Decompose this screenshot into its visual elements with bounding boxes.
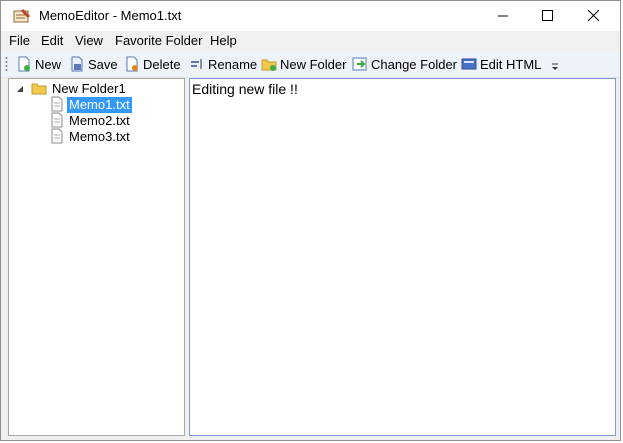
text-editor[interactable]: Editing new file !! xyxy=(189,78,616,436)
menu-help[interactable]: Help xyxy=(210,33,237,48)
close-icon xyxy=(587,9,599,24)
new-folder-button[interactable]: New Folder xyxy=(261,54,346,74)
expand-arrow-icon[interactable] xyxy=(15,82,25,97)
maximize-icon xyxy=(541,9,553,24)
new-file-icon xyxy=(18,56,30,72)
new-folder-label: New Folder xyxy=(280,56,347,72)
minimize-button[interactable] xyxy=(480,1,526,31)
change-folder-icon xyxy=(352,57,367,71)
change-folder-button[interactable]: Change Folder xyxy=(352,54,457,74)
delete-label: Delete xyxy=(143,56,181,72)
new-label: New xyxy=(35,56,62,72)
tree-file-item[interactable]: Memo3.txt xyxy=(50,128,132,147)
edit-html-icon xyxy=(461,58,477,70)
save-button[interactable]: Save xyxy=(69,54,118,74)
tree-file-label: Memo2.txt xyxy=(69,113,130,128)
rename-button[interactable]: Rename xyxy=(189,54,257,74)
menu-file[interactable]: File xyxy=(9,33,30,48)
toolbar-grip-icon[interactable] xyxy=(5,56,8,71)
tree-file-label: Memo1.txt xyxy=(67,97,132,113)
menu-edit[interactable]: Edit xyxy=(41,33,63,48)
folder-tree[interactable]: New Folder1 Memo1.txt Memo2.txt Memo3.tx… xyxy=(8,78,185,436)
rename-icon xyxy=(191,59,202,69)
toolbar-overflow-icon[interactable] xyxy=(551,59,559,74)
menu-bar: File Edit View Favorite Folder Help xyxy=(1,31,620,51)
folder-icon xyxy=(31,81,47,98)
delete-button[interactable]: Delete xyxy=(124,54,181,74)
minimize-icon xyxy=(498,9,508,24)
new-folder-icon xyxy=(261,59,277,71)
maximize-button[interactable] xyxy=(524,1,570,31)
change-folder-label: Change Folder xyxy=(371,56,457,72)
tree-file-label: Memo3.txt xyxy=(69,129,130,144)
close-button[interactable] xyxy=(570,1,616,31)
tree-folder-node[interactable]: New Folder1 xyxy=(15,81,128,97)
edit-html-button[interactable]: Edit HTML xyxy=(461,54,541,74)
title-bar[interactable]: MemoEditor - Memo1.txt xyxy=(1,1,620,31)
save-icon xyxy=(71,56,83,72)
delete-icon xyxy=(126,56,138,72)
text-file-icon xyxy=(50,128,64,147)
memo-editor-app-icon xyxy=(13,8,31,24)
rename-label: Rename xyxy=(208,56,258,72)
menu-favorite-folder[interactable]: Favorite Folder xyxy=(115,33,202,48)
app-window: MemoEditor - Memo1.txt File Edit View Fa… xyxy=(0,0,621,441)
new-button[interactable]: New xyxy=(16,54,61,74)
menu-view[interactable]: View xyxy=(75,33,103,48)
edit-html-label: Edit HTML xyxy=(480,56,542,72)
toolbar: New Save Delete Rename New Folder Change… xyxy=(1,51,620,78)
window-title: MemoEditor - Memo1.txt xyxy=(39,8,182,23)
save-label: Save xyxy=(88,56,118,72)
editor-content[interactable]: Editing new file !! xyxy=(192,81,298,97)
